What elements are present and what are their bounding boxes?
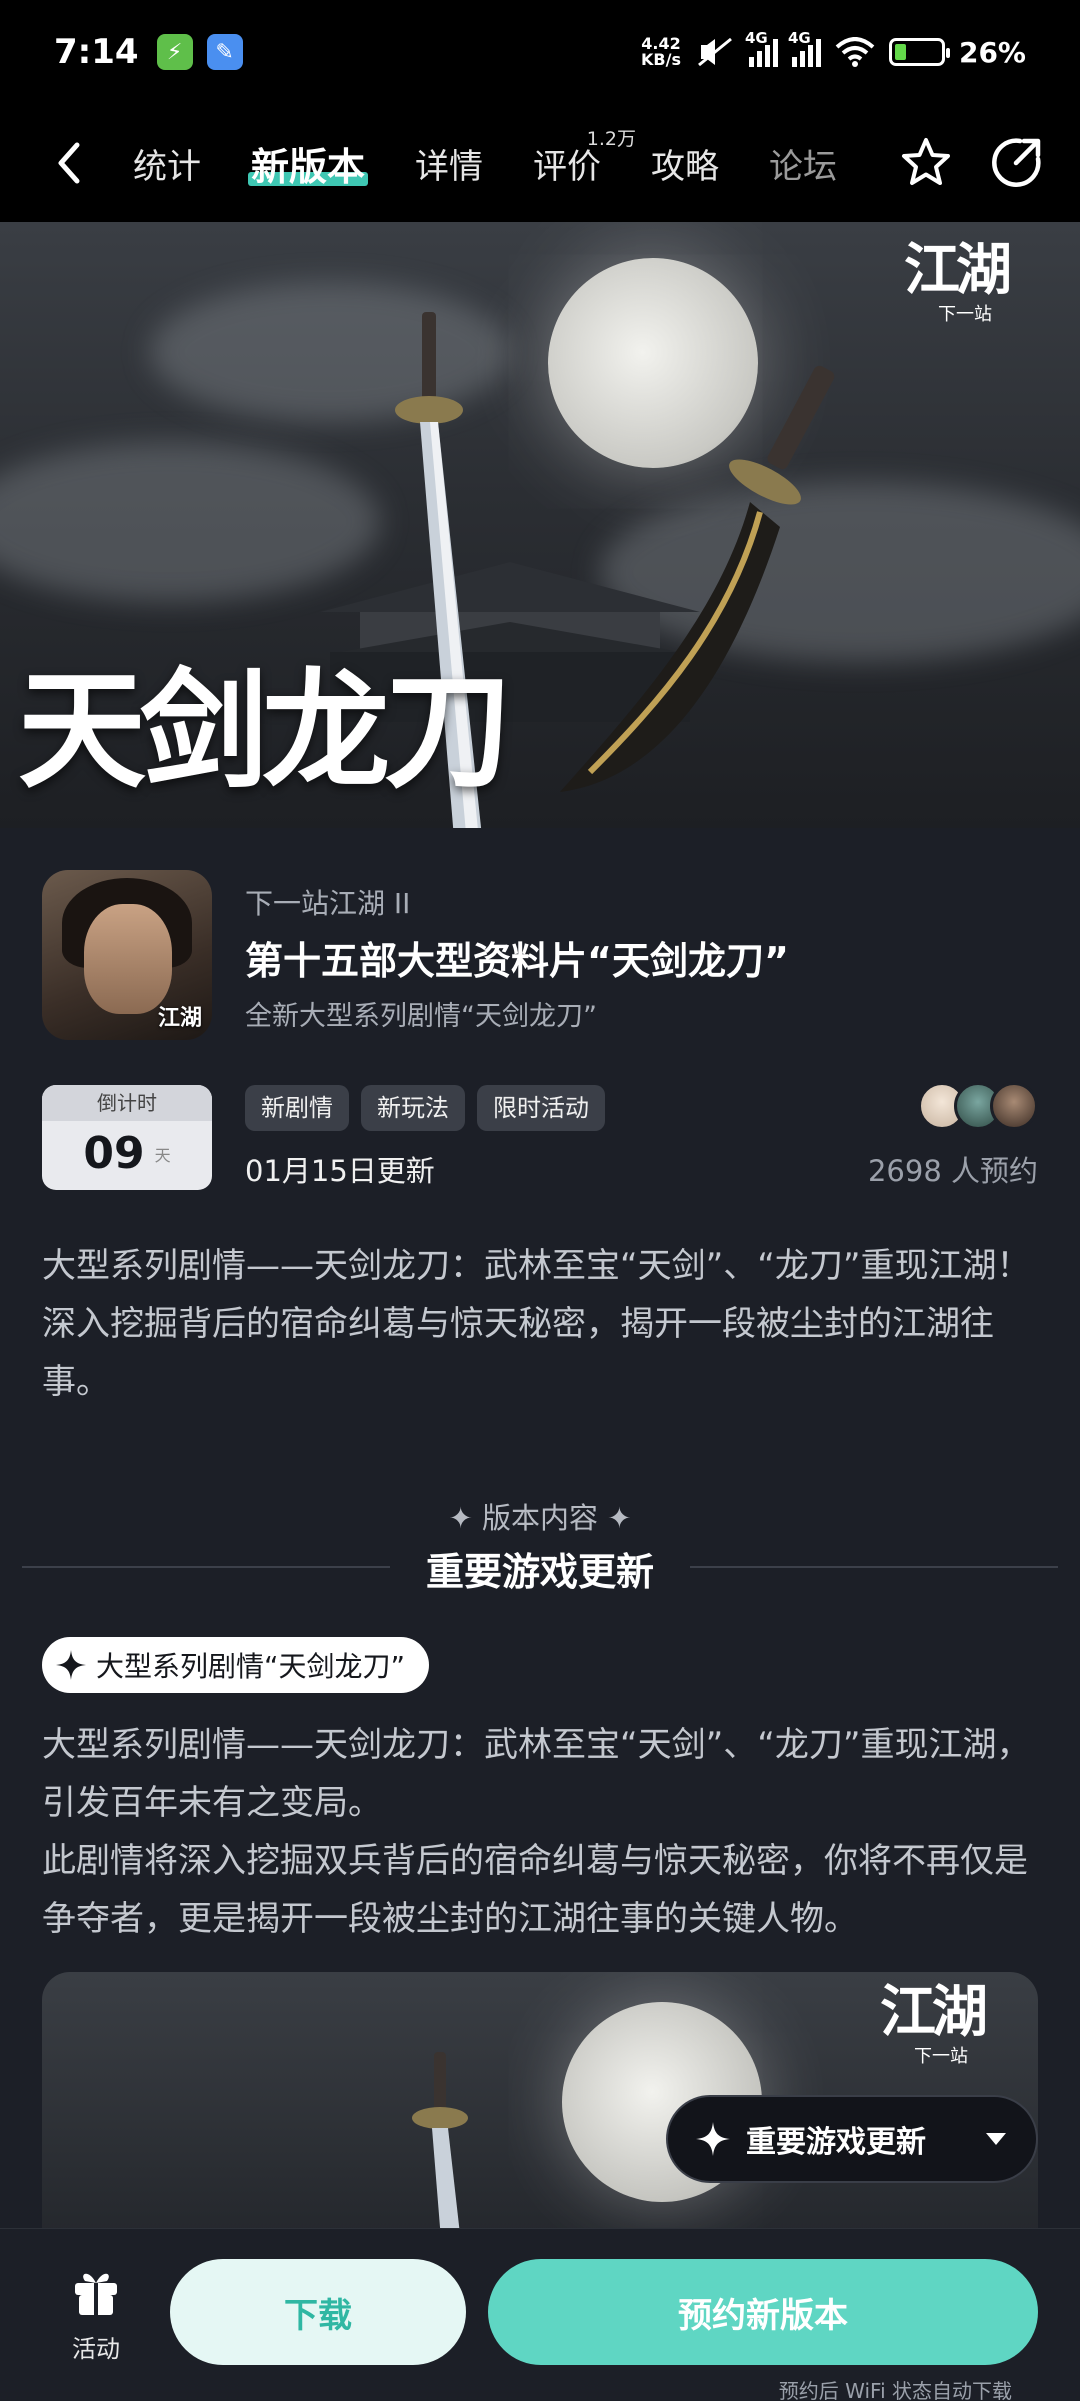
- tab-bar: 统计 新版本 详情 评价 1.2万 攻略 论坛: [108, 104, 862, 222]
- activity-button[interactable]: 活动: [52, 2265, 140, 2364]
- game-logo: 江湖 下一站: [904, 240, 1044, 340]
- caret-down-icon: [986, 2133, 1006, 2145]
- signal-icon: 4G: [745, 29, 778, 67]
- mute-icon: [698, 37, 732, 67]
- share-icon[interactable]: [990, 135, 1044, 189]
- section-title: 重要游戏更新: [425, 1550, 654, 1594]
- net-speed: 4.42 KB/s: [641, 36, 681, 68]
- battery-text: 26%: [958, 35, 1026, 69]
- countdown-days: 09: [83, 1128, 145, 1179]
- tag-chip: 新玩法: [361, 1085, 465, 1131]
- version-title: 第十五部大型资料片“天剑龙刀”: [245, 939, 789, 983]
- tag-chip: 新剧情: [245, 1085, 349, 1131]
- reservation-count: 2698 人预约: [867, 1154, 1038, 1188]
- battery-icon: [888, 38, 950, 66]
- reserver-avatars: [918, 1082, 1038, 1130]
- section-jump-label: 重要游戏更新: [746, 2125, 926, 2160]
- countdown-label: 倒计时: [42, 1085, 212, 1121]
- tab-label: 论坛: [769, 146, 838, 187]
- net-speed-unit: KB/s: [641, 50, 681, 69]
- tab-new-version[interactable]: 新版本: [226, 104, 390, 222]
- avatar: [990, 1082, 1038, 1130]
- banner-title-art: 天剑龙刀: [18, 656, 512, 806]
- logo-main: 江湖: [880, 1979, 988, 2045]
- status-time: 7:14: [54, 32, 139, 72]
- signal-icon: 4G: [788, 29, 821, 67]
- logo-sub: 下一站: [914, 2046, 968, 2067]
- tab-guides[interactable]: 攻略: [626, 104, 744, 222]
- star-icon[interactable]: [898, 135, 954, 191]
- game-name[interactable]: 下一站江湖 II: [245, 882, 410, 922]
- status-bar: 7:14 ⚡ ✎ 4.42 KB/s 4G 4G 26%: [0, 0, 1080, 104]
- blue-app-icon: ✎: [206, 34, 243, 70]
- sword-art: [412, 2052, 468, 2232]
- tab-forum[interactable]: 论坛: [744, 104, 862, 222]
- countdown-badge: 倒计时 09 天: [42, 1085, 212, 1190]
- version-subtitle: 全新大型系列剧情“天剑龙刀”: [245, 1001, 597, 1032]
- version-intro: 大型系列剧情——天剑龙刀：武林至宝“天剑”、“龙刀”重现江湖！深入挖掘背后的宿命…: [42, 1246, 1031, 1402]
- tab-stats[interactable]: 统计: [108, 104, 226, 222]
- tag-list: 新剧情 新玩法 限时活动: [245, 1085, 605, 1131]
- back-icon: [58, 142, 80, 184]
- logo-sub: 下一站: [938, 304, 992, 325]
- top-nav: 统计 新版本 详情 评价 1.2万 攻略 论坛: [0, 104, 1080, 222]
- tab-reviews[interactable]: 评价 1.2万: [508, 104, 636, 222]
- logo-main: 江湖: [904, 237, 1012, 303]
- countdown-unit: 天: [154, 1146, 171, 1165]
- section-header: ✦ 版本内容 ✦ 重要游戏更新: [0, 1495, 1080, 1596]
- countdown-value: 09 天: [42, 1121, 212, 1189]
- tab-label: 攻略: [651, 146, 720, 187]
- tag-chip: 限时活动: [477, 1085, 605, 1131]
- reserve-note: 预约后 WiFi 状态自动下载: [778, 2379, 1012, 2401]
- update-date: 01月15日更新: [245, 1154, 435, 1188]
- download-button[interactable]: 下载: [170, 2259, 466, 2365]
- version-banner: 天剑龙刀 江湖 下一站: [0, 222, 1080, 828]
- tab-label: 新版本: [251, 144, 366, 189]
- blade-art: [560, 365, 835, 792]
- tab-details[interactable]: 详情: [390, 104, 508, 222]
- sim2-label: 4G: [787, 29, 811, 47]
- sim1-label: 4G: [744, 29, 768, 47]
- feature-paragraph: 大型系列剧情——天剑龙刀：武林至宝“天剑”、“龙刀”重现江湖，引发百年未有之变局…: [42, 1725, 1031, 1823]
- feature-pill-label: 大型系列剧情“天剑龙刀”: [96, 1650, 406, 1683]
- back-button[interactable]: [28, 104, 108, 222]
- reserve-version-button[interactable]: 预约新版本: [488, 2259, 1038, 2365]
- game-icon[interactable]: 江湖: [42, 870, 212, 1040]
- feature-pill: 大型系列剧情“天剑龙刀”: [42, 1637, 430, 1693]
- sparkle-icon: [696, 2122, 730, 2156]
- bottom-action-bar: 活动 下载 预约新版本 预约后 WiFi 状态自动下载: [0, 2228, 1080, 2401]
- section-small-title: ✦ 版本内容 ✦: [448, 1501, 632, 1535]
- game-info: 江湖 下一站江湖 II 第十五部大型资料片“天剑龙刀” 全新大型系列剧情“天剑龙…: [42, 870, 1042, 1040]
- game-icon-label: 江湖: [157, 1006, 202, 1031]
- feature-paragraph: 此剧情将深入挖掘双兵背后的宿命纠葛与惊天秘密，你将不再仅是争夺者，更是揭开一段被…: [42, 1841, 1028, 1939]
- section-jump-button[interactable]: 重要游戏更新: [666, 2095, 1038, 2183]
- wifi-icon: [835, 37, 875, 67]
- activity-label: 活动: [72, 2335, 120, 2363]
- gift-icon: [75, 2273, 117, 2315]
- sparkle-icon: [56, 1650, 86, 1680]
- tab-label: 统计: [133, 146, 201, 187]
- tab-label: 详情: [415, 146, 484, 187]
- game-logo: 江湖 下一站: [880, 1982, 1020, 2082]
- charging-app-icon: ⚡: [156, 34, 193, 70]
